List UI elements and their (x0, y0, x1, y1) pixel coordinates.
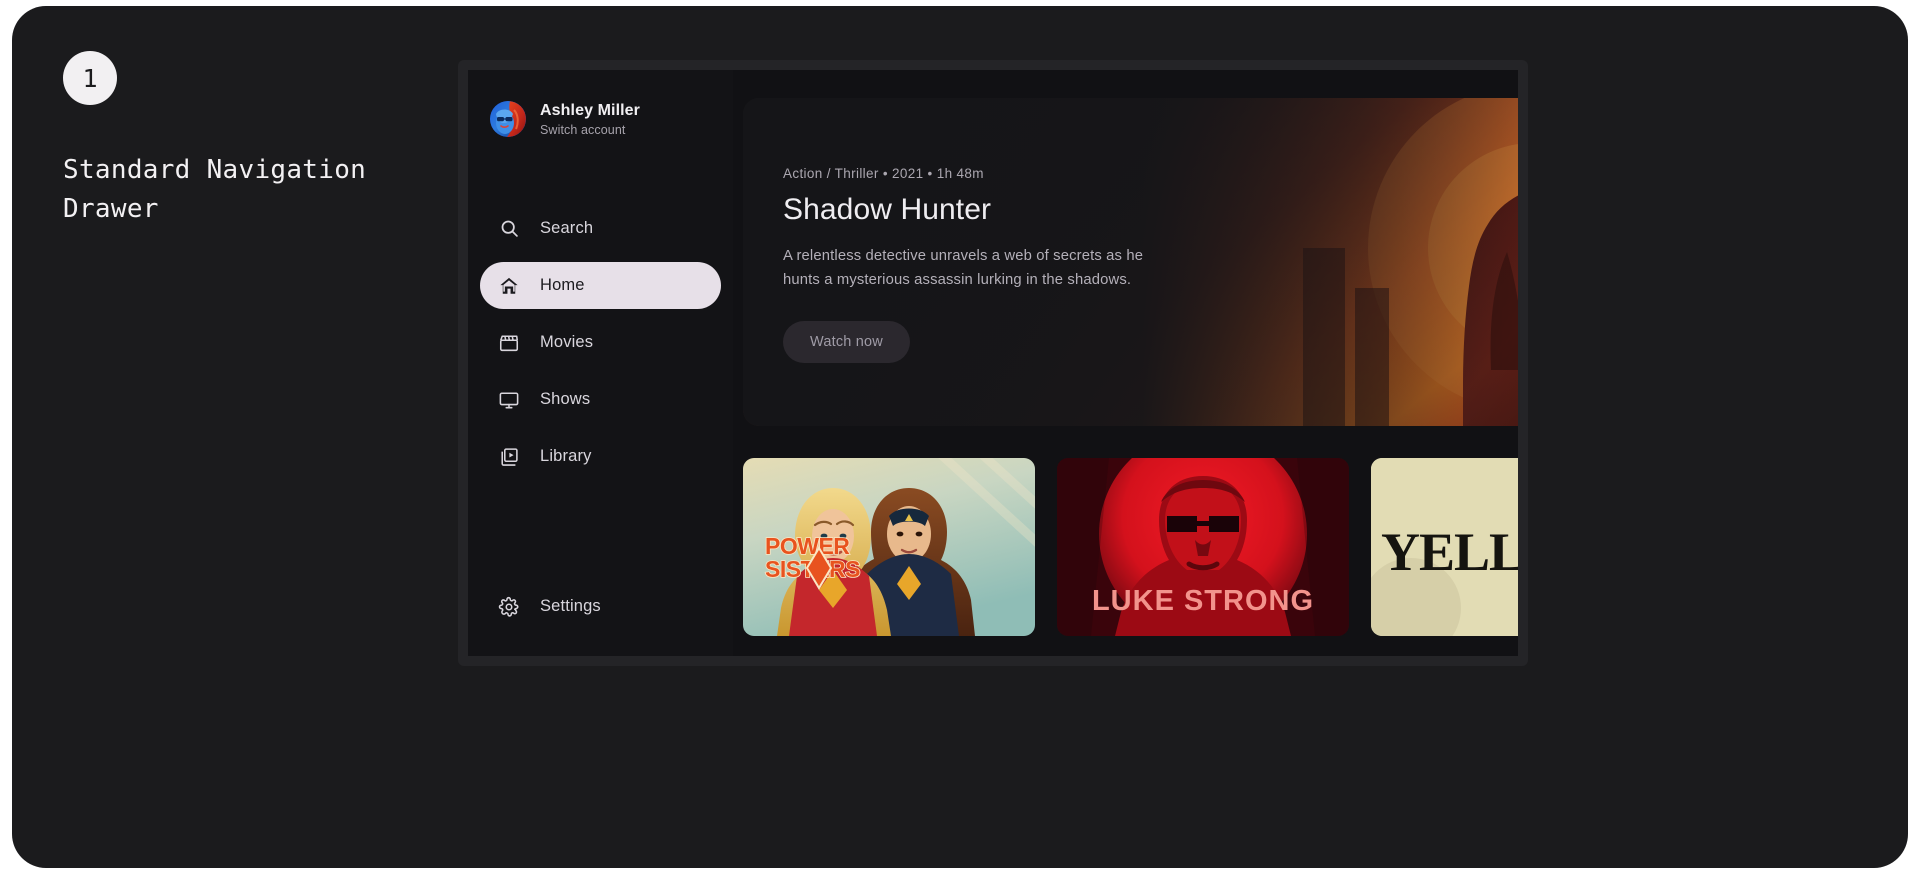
poster-carousel: POWER SISTERS (743, 458, 1518, 636)
hero-title: Shadow Hunter (783, 193, 992, 226)
sidebar-item-home[interactable]: Home (480, 262, 721, 309)
sidebar-item-search[interactable]: Search (480, 205, 721, 252)
account-name: Ashley Miller (540, 101, 641, 119)
app-window-frame: Ashley Miller Switch account Search Home… (458, 60, 1528, 666)
sidebar-item-label: Shows (540, 390, 591, 408)
poster-card-yellow[interactable]: YELLOW (1371, 458, 1518, 636)
sidebar-item-label: Search (540, 219, 594, 237)
navigation-drawer: Ashley Miller Switch account Search Home… (468, 70, 733, 656)
sidebar-item-label: Library (540, 447, 592, 465)
svg-text:LUKE STRONG: LUKE STRONG (1092, 585, 1314, 617)
switch-account-label: Switch account (540, 122, 626, 137)
sidebar-item-label: Movies (540, 333, 594, 351)
video-library-icon (498, 446, 520, 468)
page-canvas: 1 Standard Navigation Drawer Ashley Mill… (12, 6, 1908, 868)
avatar (490, 101, 526, 137)
search-icon (498, 218, 520, 240)
gear-icon (498, 596, 520, 618)
sidebar-item-movies[interactable]: Movies (480, 319, 721, 366)
nav-footer-list: Settings (468, 583, 733, 630)
clapperboard-icon (498, 332, 520, 354)
hero-card[interactable]: Action / Thriller • 2021 • 1h 48m Shadow… (743, 98, 1518, 426)
hero-text-block: Action / Thriller • 2021 • 1h 48m Shadow… (743, 98, 1213, 363)
sidebar-item-shows[interactable]: Shows (480, 376, 721, 423)
content-area: Action / Thriller • 2021 • 1h 48m Shadow… (733, 70, 1518, 656)
sidebar-item-label: Home (540, 276, 585, 294)
tv-icon (498, 389, 520, 411)
svg-text:YELLOW: YELLOW (1381, 522, 1518, 582)
poster-card-power-sisters[interactable]: POWER SISTERS (743, 458, 1035, 636)
app-screen: Ashley Miller Switch account Search Home… (468, 70, 1518, 656)
nav-item-list: Search Home Movies Shows Library (468, 205, 733, 480)
annotation-block: 1 Standard Navigation Drawer (63, 51, 423, 229)
poster-card-luke-strong[interactable]: LUKE STRONG (1057, 458, 1349, 636)
hero-description: A relentless detective unravels a web of… (783, 248, 1144, 288)
sidebar-item-label: Settings (540, 597, 601, 615)
annotation-title: Standard Navigation Drawer (63, 155, 367, 224)
home-icon (498, 275, 520, 297)
watch-now-button[interactable]: Watch now (783, 321, 910, 363)
account-switcher[interactable]: Ashley Miller Switch account (468, 96, 733, 142)
step-number-badge: 1 (63, 51, 117, 105)
sidebar-item-settings[interactable]: Settings (480, 583, 721, 630)
hero-meta: Action / Thriller • 2021 • 1h 48m (783, 166, 984, 181)
sidebar-item-library[interactable]: Library (480, 433, 721, 480)
